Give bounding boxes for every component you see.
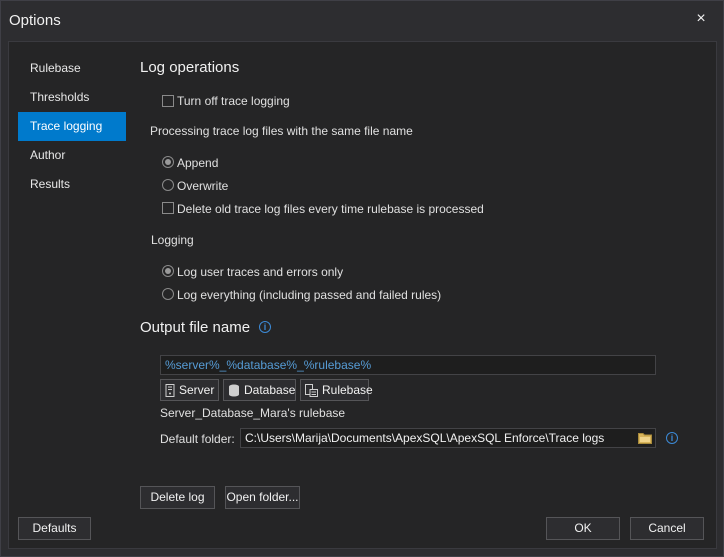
file-name-preview: Server_Database_Mara's rulebase (160, 406, 346, 420)
default-folder-label: Default folder: (160, 432, 235, 446)
nav-item-thresholds[interactable]: Thresholds (18, 83, 126, 112)
delete-old-label: Delete old trace log files every time ru… (177, 202, 484, 216)
options-content: Rulebase Thresholds Trace logging Author… (8, 41, 717, 549)
append-label: Append (177, 156, 219, 170)
open-folder-button[interactable]: Open folder... (225, 486, 300, 509)
nav-item-author[interactable]: Author (18, 141, 126, 170)
server-button-label: Server (179, 383, 215, 397)
window-title: Options (9, 12, 61, 29)
same-name-label: Processing trace log files with the same… (150, 124, 413, 138)
ok-button[interactable]: OK (546, 517, 620, 540)
options-nav: Rulebase Thresholds Trace logging Author… (18, 54, 126, 199)
overwrite-radio[interactable] (162, 179, 174, 191)
options-window: Options × Rulebase Thresholds Trace logg… (0, 0, 724, 557)
database-icon (229, 384, 239, 397)
nav-item-results[interactable]: Results (18, 170, 126, 199)
output-file-name-heading: Output file name (140, 319, 251, 336)
rulebase-icon (305, 384, 318, 398)
server-button[interactable]: Server (160, 379, 219, 401)
overwrite-label: Overwrite (177, 179, 229, 193)
database-button-label: Database (244, 383, 296, 397)
file-name-pattern-input[interactable]: %server%_%database%_%rulebase% (160, 355, 656, 375)
nav-item-rulebase[interactable]: Rulebase (18, 54, 126, 83)
log-everything-label: Log everything (including passed and fai… (177, 288, 442, 302)
cancel-button[interactable]: Cancel (630, 517, 704, 540)
turn-off-trace-label: Turn off trace logging (177, 94, 290, 108)
delete-old-checkbox[interactable] (162, 202, 174, 214)
defaults-button[interactable]: Defaults (18, 517, 91, 540)
nav-item-trace-logging[interactable]: Trace logging (18, 112, 126, 141)
database-button[interactable]: Database (223, 379, 296, 401)
log-user-radio[interactable] (162, 265, 174, 277)
log-user-label: Log user traces and errors only (177, 265, 344, 279)
close-icon[interactable]: × (693, 10, 709, 28)
folder-icon[interactable] (638, 432, 652, 444)
title-bar: Options × (1, 1, 723, 39)
append-radio[interactable] (162, 156, 174, 168)
rulebase-button-label: Rulebase (322, 383, 373, 397)
info-icon[interactable]: i (259, 321, 271, 333)
delete-log-button[interactable]: Delete log (140, 486, 215, 509)
log-operations-heading: Log operations (140, 59, 240, 76)
turn-off-trace-checkbox[interactable] (162, 95, 174, 107)
server-icon (165, 384, 175, 398)
rulebase-button[interactable]: Rulebase (300, 379, 373, 401)
logging-label: Logging (151, 233, 194, 247)
log-everything-radio[interactable] (162, 288, 174, 300)
default-folder-input[interactable]: C:\Users\Marija\Documents\ApexSQL\ApexSQ… (240, 428, 656, 448)
default-folder-info-icon[interactable]: i (666, 432, 678, 444)
